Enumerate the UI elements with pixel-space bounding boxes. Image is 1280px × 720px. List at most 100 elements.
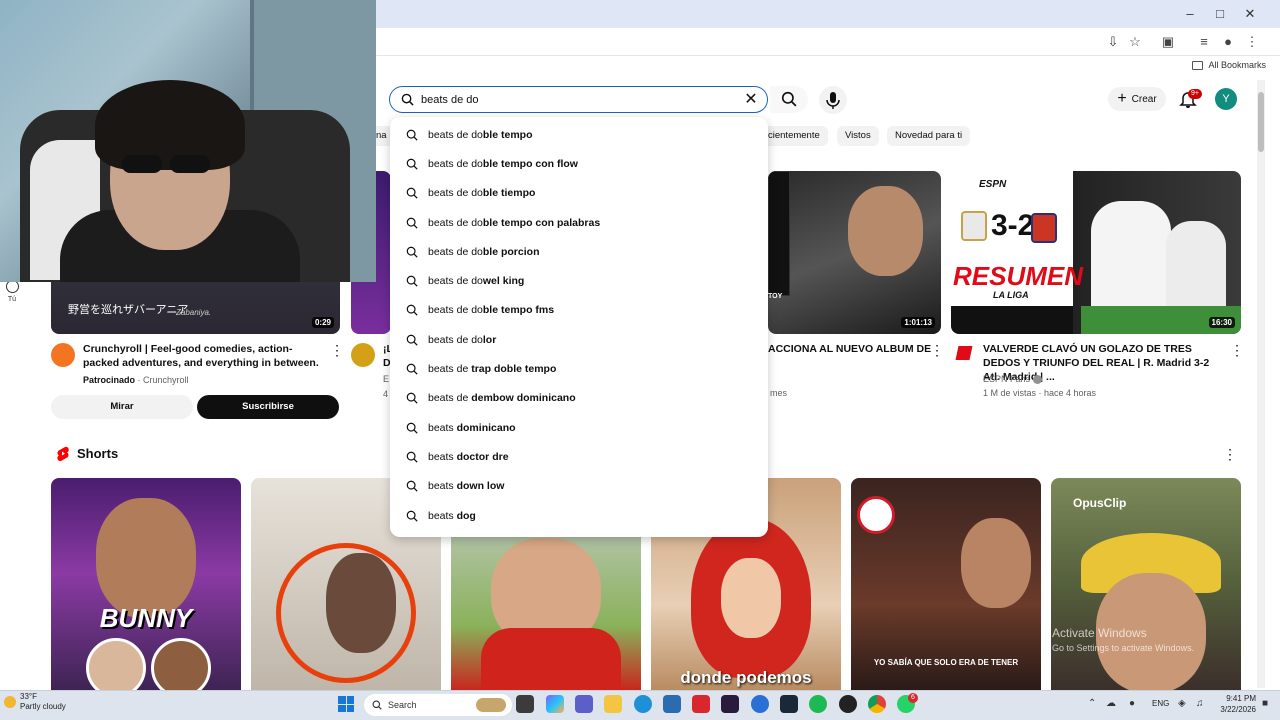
search-suggestion[interactable]: beats dog xyxy=(390,501,768,530)
bookmark-star-icon[interactable]: ☆ xyxy=(1126,34,1144,50)
steam-icon[interactable] xyxy=(780,695,798,713)
copilot-icon[interactable] xyxy=(546,695,564,713)
search-icon xyxy=(781,91,797,107)
close-window-button[interactable]: ✕ xyxy=(1235,5,1265,23)
short-6[interactable]: OpusClip xyxy=(1051,478,1241,690)
video-title-3[interactable]: ACCIONA AL NUEVO ALBUM DE xyxy=(768,342,931,356)
wps-icon[interactable] xyxy=(692,695,710,713)
search-icon xyxy=(406,129,418,141)
more-options-icon[interactable]: ⋮ xyxy=(930,343,944,357)
clear-search-button[interactable]: ✕ xyxy=(741,90,761,110)
task-view-icon[interactable] xyxy=(516,695,534,713)
app-icon-blue[interactable] xyxy=(751,695,769,713)
app-icon-dark[interactable] xyxy=(839,695,857,713)
page-scrollbar[interactable] xyxy=(1257,80,1265,688)
maximize-button[interactable]: □ xyxy=(1205,5,1235,23)
minimize-button[interactable]: – xyxy=(1175,5,1205,23)
search-icon xyxy=(406,392,418,404)
short-1[interactable]: BUNNY xyxy=(51,478,241,690)
suggestion-text: beats de dolor xyxy=(428,333,497,346)
search-icon xyxy=(406,275,418,287)
next-app-icon[interactable] xyxy=(721,695,739,713)
volume-icon[interactable]: ♫ xyxy=(1196,698,1204,709)
video-channel-4: ESPN Fans xyxy=(983,374,1042,385)
search-suggestion[interactable]: beats de doble tempo con flow xyxy=(390,149,768,178)
teams-icon[interactable] xyxy=(575,695,593,713)
search-input[interactable] xyxy=(421,91,741,109)
crunchyroll-logo-icon[interactable] xyxy=(51,343,75,367)
profile-icon[interactable]: ● xyxy=(1219,34,1237,50)
avatar[interactable]: Y xyxy=(1215,88,1237,110)
browser-menu-icon[interactable]: ⋮ xyxy=(1243,34,1261,50)
create-button[interactable]: + Crear xyxy=(1108,87,1166,111)
shorts-icon xyxy=(57,446,69,461)
search-suggestions-dropdown: beats de doble tempo beats de doble tempo… xyxy=(390,117,768,537)
search-icon xyxy=(406,158,418,170)
media-controls-icon[interactable]: ≡ xyxy=(1195,34,1213,50)
more-options-icon[interactable]: ⋮ xyxy=(1230,343,1244,357)
search-suggestion[interactable]: beats doctor dre xyxy=(390,442,768,471)
taskbar-search[interactable]: Search xyxy=(364,694,512,716)
weather-widget[interactable]: 33°F Partly cloudy xyxy=(4,692,66,712)
channel-logo-icon xyxy=(857,496,895,534)
suggestion-text: beats de dowel king xyxy=(428,275,525,288)
ad-thumb-small: Zabaniya. xyxy=(176,308,212,317)
install-app-icon[interactable]: ⇩ xyxy=(1104,34,1122,50)
chip-new-for-you[interactable]: Novedad para ti xyxy=(887,126,971,146)
wifi-icon[interactable]: ◈ xyxy=(1178,698,1186,709)
spotify-icon[interactable] xyxy=(809,695,827,713)
watch-button[interactable]: Mirar xyxy=(51,395,193,419)
short-5[interactable]: YO SABÍA QUE SOLO ERA DE TENER xyxy=(851,478,1041,690)
language-indicator[interactable]: ENG xyxy=(1152,699,1169,708)
search-suggestion[interactable]: beats de dowel king xyxy=(390,266,768,295)
espn-logo-icon[interactable] xyxy=(955,346,973,360)
suggestion-text: beats doctor dre xyxy=(428,450,509,463)
search-suggestion[interactable]: beats dominicano xyxy=(390,413,768,442)
video-thumbnail-4[interactable]: ESPN 3-2 RESUMEN LA LIGA 16:30 xyxy=(951,171,1241,334)
video-duration: 1:01:13 xyxy=(901,317,935,328)
edge-icon[interactable] xyxy=(634,695,652,713)
file-explorer-icon[interactable] xyxy=(604,695,622,713)
shorts-more-icon[interactable]: ⋮ xyxy=(1223,447,1237,461)
search-suggestion[interactable]: beats down low xyxy=(390,472,768,501)
subscribe-button[interactable]: Suscribirse xyxy=(197,395,339,419)
ad-thumb-text: 野営を巡れザバーアニア xyxy=(68,304,189,316)
chrome-icon[interactable] xyxy=(868,695,886,713)
clock[interactable]: 9:41 PM 3/22/2026 xyxy=(1214,693,1256,715)
plus-icon: + xyxy=(1117,90,1127,107)
onedrive-icon[interactable]: ☁ xyxy=(1106,698,1116,709)
ad-title[interactable]: Crunchyroll | Feel-good comedies, action… xyxy=(83,342,321,370)
opusclip-logo: OpusClip xyxy=(1073,496,1127,510)
store-icon[interactable] xyxy=(663,695,681,713)
search-suggestion[interactable]: beats de dembow dominicano xyxy=(390,384,768,413)
tray-app-icon[interactable]: ● xyxy=(1129,698,1135,709)
search-suggestion[interactable]: beats de doble tiempo xyxy=(390,179,768,208)
scrollbar-thumb[interactable] xyxy=(1258,92,1264,152)
search-suggestion[interactable]: beats de trap doble tempo xyxy=(390,354,768,383)
all-bookmarks-button[interactable]: All Bookmarks xyxy=(1192,60,1266,70)
search-icon xyxy=(406,422,418,434)
start-button[interactable] xyxy=(338,696,354,712)
search-suggestion[interactable]: beats de doble tempo xyxy=(390,120,768,149)
voice-search-button[interactable] xyxy=(819,86,847,114)
search-suggestion[interactable]: beats de doble tempo fms xyxy=(390,296,768,325)
real-madrid-crest-icon xyxy=(961,211,987,241)
tray-overflow-icon[interactable]: ⌃ xyxy=(1088,698,1096,709)
search-icon xyxy=(406,510,418,522)
search-button[interactable] xyxy=(770,86,808,113)
search-highlight-icon xyxy=(476,698,506,712)
notification-center-icon[interactable]: ■ xyxy=(1262,698,1268,709)
tab-search-icon[interactable]: ▣ xyxy=(1159,34,1177,50)
video-thumbnail-3[interactable]: TOY 1:01:13 xyxy=(768,171,941,334)
video-duration: 16:30 xyxy=(1208,317,1235,328)
search-suggestion[interactable]: beats de dolor xyxy=(390,325,768,354)
guide-item-you[interactable]: Tú xyxy=(2,280,22,303)
channel-icon-2[interactable] xyxy=(351,343,375,367)
chip-watched[interactable]: Vistos xyxy=(837,126,879,146)
more-options-icon[interactable]: ⋮ xyxy=(330,343,344,357)
search-icon xyxy=(372,700,382,710)
search-suggestion[interactable]: beats de doble porcion xyxy=(390,237,768,266)
suggestion-text: beats de doble tempo fms xyxy=(428,304,555,317)
search-suggestion[interactable]: beats de doble tempo con palabras xyxy=(390,208,768,237)
webcam-overlay xyxy=(0,0,376,282)
